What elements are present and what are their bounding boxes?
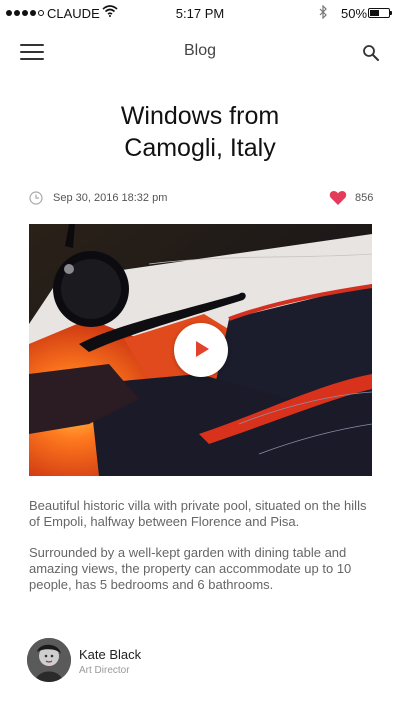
clock-icon xyxy=(29,191,43,205)
post-title: Windows from Camogli, Italy xyxy=(40,100,360,164)
nav-bar: Blog xyxy=(0,28,400,74)
battery-percent: 50% xyxy=(341,6,368,21)
post-title-line-2: Camogli, Italy xyxy=(124,134,276,162)
avatar[interactable] xyxy=(27,638,71,682)
battery-icon xyxy=(368,8,390,18)
heart-icon[interactable] xyxy=(329,190,347,206)
post-meta: Sep 30, 2016 18:32 pm 856 xyxy=(29,190,373,208)
post-paragraph-1: Beautiful historic villa with private po… xyxy=(29,498,367,529)
post-title-line-1: Windows from xyxy=(120,102,280,130)
post-date: Sep 30, 2016 18:32 pm xyxy=(53,192,168,204)
nav-title: Blog xyxy=(183,42,217,59)
author-card[interactable]: Kate Black Art Director xyxy=(27,638,227,684)
clock-time: 5:17 PM xyxy=(175,6,225,21)
author-role: Art Director xyxy=(79,665,130,676)
battery-tip xyxy=(390,11,392,15)
bluetooth-icon xyxy=(319,4,328,22)
play-icon xyxy=(196,341,209,357)
status-bar: CLAUDE 5:17 PM 50% xyxy=(0,0,400,28)
post-video[interactable] xyxy=(29,224,372,476)
play-button[interactable] xyxy=(174,323,228,377)
search-icon[interactable] xyxy=(362,44,380,62)
author-name[interactable]: Kate Black xyxy=(79,647,141,662)
likes-count: 856 xyxy=(355,192,374,204)
post-paragraph-2: Surrounded by a well-kept garden with di… xyxy=(29,545,352,592)
